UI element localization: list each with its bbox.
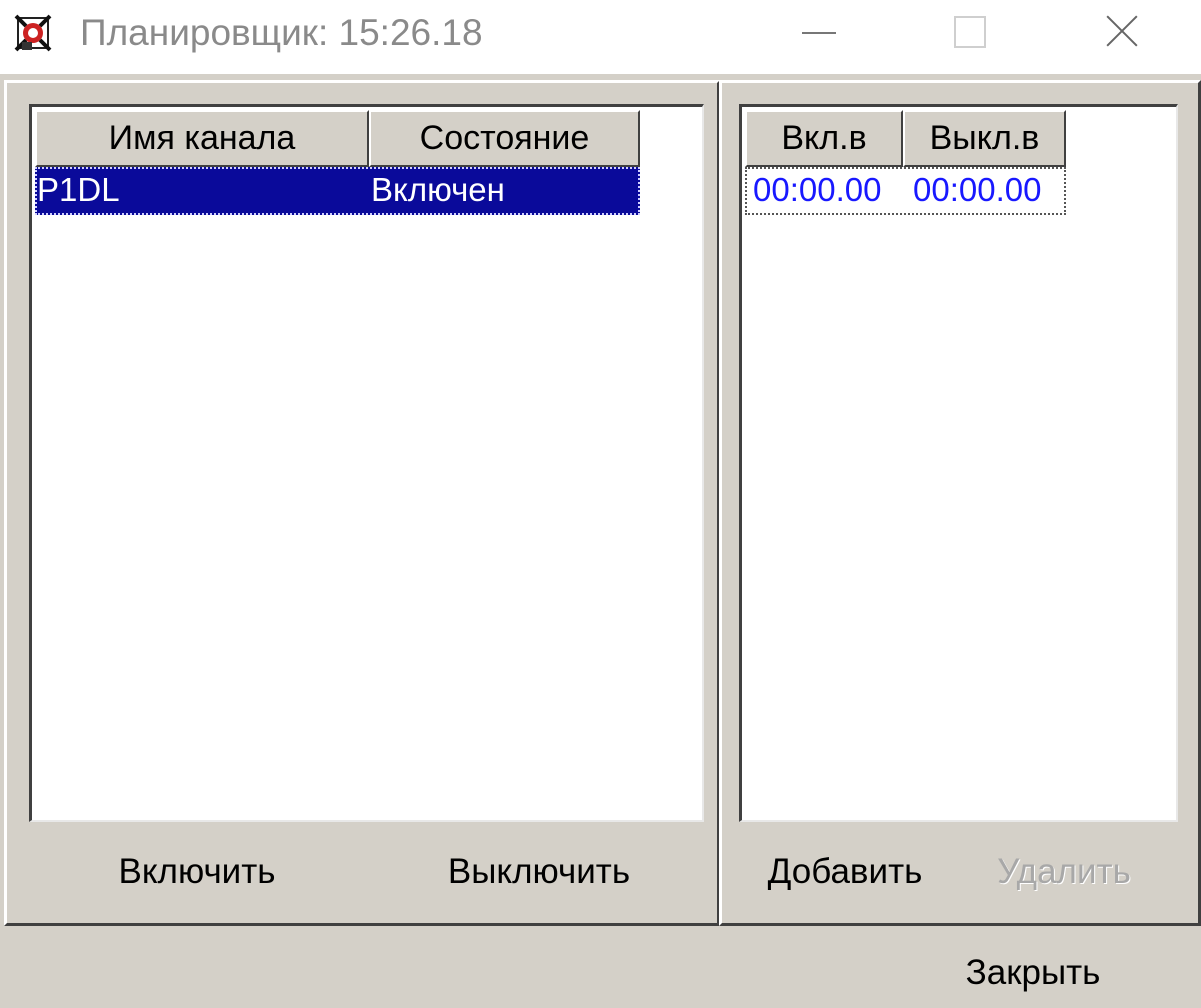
table-row[interactable]: 00:00.00 00:00.00 (745, 167, 1066, 215)
on-time-cell[interactable]: 00:00.00 (753, 167, 881, 215)
channels-panel: Имя канала Состояние P1DL Включен Включи… (4, 80, 720, 926)
window-title: Планировщик: 15:26.18 (80, 12, 483, 53)
table-row[interactable]: P1DL Включен (35, 167, 640, 215)
column-header-on-at[interactable]: Вкл.в (745, 110, 903, 167)
disable-button[interactable]: Выключить (419, 843, 659, 899)
add-button[interactable]: Добавить (760, 843, 930, 899)
maximize-icon (954, 16, 986, 48)
column-header-off-at[interactable]: Выкл.в (903, 110, 1066, 167)
column-header-state[interactable]: Состояние (369, 110, 640, 167)
schedule-list[interactable]: Вкл.в Выкл.в 00:00.00 00:00.00 (739, 104, 1178, 822)
channels-list[interactable]: Имя канала Состояние P1DL Включен (29, 104, 704, 822)
footer-bar: Закрыть (0, 926, 1201, 1008)
close-window-button[interactable] (1073, 0, 1173, 70)
minimize-button[interactable] (770, 0, 870, 70)
column-header-channel-name[interactable]: Имя канала (35, 110, 369, 167)
channel-name-cell: P1DL (37, 171, 120, 208)
scheduler-window: Планировщик: 15:26.18 Имя канала Состоян… (0, 0, 1201, 1008)
delete-button[interactable]: Удалить (984, 843, 1144, 899)
title-bar[interactable]: Планировщик: 15:26.18 (0, 0, 1201, 74)
close-button[interactable]: Закрыть (938, 944, 1128, 1000)
maximize-button[interactable] (920, 0, 1020, 70)
close-icon (1105, 14, 1139, 48)
off-time-cell[interactable]: 00:00.00 (913, 167, 1041, 215)
channel-state-cell: Включен (371, 171, 505, 208)
enable-button[interactable]: Включить (97, 843, 297, 899)
schedule-panel: Вкл.в Выкл.в 00:00.00 00:00.00 Добавить … (719, 80, 1201, 926)
minimize-icon (802, 32, 836, 34)
app-icon (14, 14, 52, 52)
